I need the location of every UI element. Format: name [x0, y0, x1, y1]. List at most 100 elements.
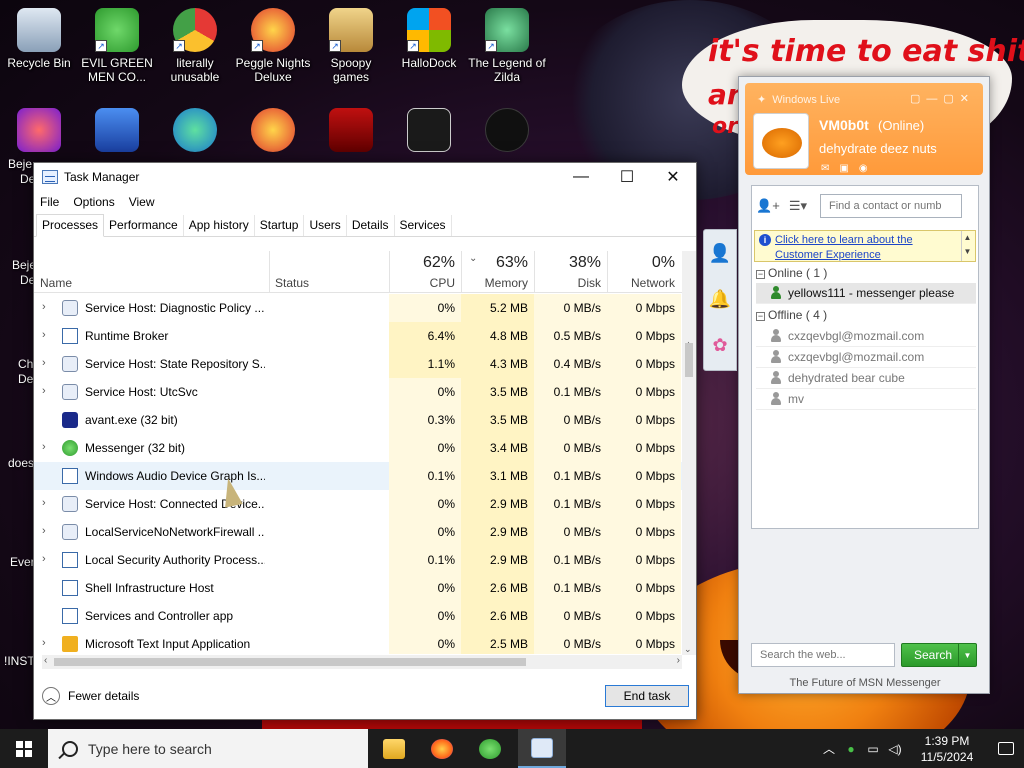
alerts-bell-icon[interactable]: 🔔 [704, 276, 736, 322]
column-status[interactable]: Status [269, 251, 389, 293]
desktop-icon-recycle-bin[interactable]: Recycle Bin [0, 8, 78, 70]
desktop-icon-yashma[interactable] [468, 108, 546, 156]
column-memory[interactable]: ⌄ 63% Memory [461, 251, 534, 293]
add-contact-icon[interactable]: 👤+ [756, 196, 780, 216]
tab-app-history[interactable]: App history [184, 215, 255, 236]
table-row[interactable]: Shell Infrastructure Host 0% 2.6 MB 0.1 MB/… [34, 574, 684, 602]
table-row[interactable]: › Service Host: Diagnostic Policy ... 0% 5.… [34, 294, 684, 322]
tab-performance[interactable]: Performance [104, 215, 184, 236]
maximize-button[interactable]: ☐ [604, 163, 650, 191]
online-group-header[interactable]: − Online ( 1 ) [756, 266, 827, 280]
menu-view[interactable]: View [129, 195, 155, 209]
clock[interactable]: 1:39 PM 11/5/2024 [906, 733, 988, 765]
expand-chevron-icon[interactable]: › [42, 497, 52, 509]
vertical-scrollbar[interactable]: ▲ ⌄ [682, 251, 696, 655]
end-task-button[interactable]: End task [605, 685, 689, 707]
tab-users[interactable]: Users [304, 215, 347, 236]
expand-chevron-icon[interactable]: › [42, 357, 52, 369]
customer-experience-link[interactable]: Click here to learn about the Customer E… [775, 233, 955, 263]
taskbar-firefox[interactable] [418, 729, 466, 768]
personal-message[interactable]: dehydrate deez nuts [819, 141, 937, 156]
minimize-button[interactable]: — [558, 163, 604, 191]
table-row[interactable]: Services and Controller app 0% 2.6 MB 0 MB/… [34, 602, 684, 630]
desktop-icon-flash[interactable] [312, 108, 390, 156]
tab-services[interactable]: Services [395, 215, 452, 236]
view-options-icon[interactable]: ☰▾ [786, 196, 810, 216]
tab-startup[interactable]: Startup [255, 215, 305, 236]
table-row[interactable]: › LocalServiceNoNetworkFirewall ... 0% 2.9 … [34, 518, 684, 546]
tab-processes[interactable]: Processes [36, 214, 105, 237]
table-row[interactable]: › Local Security Authority Process... 0.1%… [34, 546, 684, 574]
table-row[interactable]: avant.exe (32 bit) 0.3% 3.5 MB 0 MB/s 0 Mbps [34, 406, 684, 434]
desktop-icon-peggle-2[interactable] [234, 108, 312, 156]
network-icon[interactable]: ▭ [862, 742, 884, 756]
start-button[interactable] [0, 729, 48, 768]
search-button[interactable]: Search ▼ [901, 643, 977, 667]
tray-overflow-chevron-icon[interactable]: ︿ [818, 740, 840, 757]
close-button[interactable]: ✕ [650, 163, 696, 191]
offline-group-header[interactable]: − Offline ( 4 ) [756, 308, 827, 322]
expand-chevron-icon[interactable]: › [42, 553, 52, 565]
chevron-down-icon[interactable]: ▼ [958, 644, 976, 666]
table-row[interactable]: › Runtime Broker 6.4% 4.8 MB 0.5 MB/s 0 Mbps [34, 322, 684, 350]
desktop-icon-bejeweled[interactable] [0, 108, 78, 156]
contact-offline[interactable]: dehydrated bear cube [756, 368, 976, 389]
scroll-thumb[interactable] [685, 343, 693, 377]
expand-chevron-icon[interactable]: › [42, 637, 52, 649]
table-row[interactable]: › Service Host: Connected Device... 0% 2.9 … [34, 490, 684, 518]
contact-online[interactable]: yellows111 - messenger please [756, 283, 976, 304]
desktop-icon-hallodock[interactable]: ↗ HalloDock [390, 8, 468, 70]
fewer-details-button[interactable]: ︿ Fewer details [42, 687, 139, 705]
menu-options[interactable]: Options [73, 195, 114, 209]
desktop-icon-rdp[interactable] [390, 108, 468, 156]
table-row[interactable]: Windows Audio Device Graph Is... 0.1% 3.1 … [34, 462, 684, 490]
xbox-icon[interactable]: ◉ [859, 163, 868, 174]
desktop-icon-spoopy-games[interactable]: ↗ Spoopy games [312, 8, 390, 84]
column-disk[interactable]: 38% Disk [534, 251, 607, 293]
avatar[interactable] [753, 113, 809, 169]
column-cpu[interactable]: 62% CPU [389, 251, 461, 293]
banner-scroll[interactable]: ▲ ▼ [961, 231, 973, 261]
mail-icon[interactable]: ✉ [821, 163, 829, 174]
status-selector[interactable]: (Online) [878, 118, 924, 133]
table-row[interactable]: › Messenger (32 bit) 0% 3.4 MB 0 MB/s 0 Mbps [34, 434, 684, 462]
taskbar-search[interactable]: Type here to search [48, 729, 368, 768]
contact-offline[interactable]: cxzqevbgl@mozmail.com [756, 326, 976, 347]
table-row[interactable]: › Service Host: State Repository S... 1.1%… [34, 350, 684, 378]
expand-chevron-icon[interactable]: › [42, 525, 52, 537]
scroll-left-icon[interactable]: ‹ [44, 655, 47, 666]
scroll-down-icon[interactable]: ⌄ [684, 644, 692, 655]
web-search-input[interactable] [751, 643, 895, 667]
expand-chevron-icon[interactable]: › [42, 301, 52, 313]
expand-chevron-icon[interactable]: › [42, 385, 52, 397]
expand-chevron-icon[interactable]: › [42, 441, 52, 453]
expand-chevron-icon[interactable]: › [42, 329, 52, 341]
messenger-window-controls[interactable]: ▢—▢✕ [910, 92, 975, 105]
contacts-tab-icon[interactable]: 👤 [704, 230, 736, 276]
title-bar[interactable]: Task Manager — ☐ ✕ [34, 163, 696, 191]
desktop-icon-edge[interactable] [156, 108, 234, 156]
table-row[interactable]: › Service Host: UtcSvc 0% 3.5 MB 0.1 MB/s 0 M… [34, 378, 684, 406]
taskbar-task-manager[interactable] [518, 729, 566, 768]
column-name[interactable]: Name [34, 251, 269, 293]
menu-file[interactable]: File [40, 195, 59, 209]
desktop-icon-evil-green-men[interactable]: ↗ EVIL GREEN MEN CO... [78, 8, 156, 84]
column-network[interactable]: 0% Network [607, 251, 681, 293]
desktop-icon-mpl[interactable] [78, 108, 156, 156]
find-contact-input[interactable] [820, 194, 962, 218]
taskbar-messenger[interactable] [466, 729, 514, 768]
desktop-icon-peggle[interactable]: ↗ Peggle Nights Deluxe [234, 8, 312, 84]
volume-icon[interactable]: ◁) [884, 742, 906, 756]
notifications-button[interactable] [988, 742, 1024, 755]
desktop-icon-literally-unusable[interactable]: ↗ literally unusable [156, 8, 234, 84]
contact-offline[interactable]: mv [756, 389, 976, 410]
spaces-icon[interactable]: ▣ [839, 163, 848, 174]
contact-offline[interactable]: cxzqevbgl@mozmail.com [756, 347, 976, 368]
scroll-thumb[interactable] [54, 658, 526, 666]
desktop-icon-legend-of-zilda[interactable]: ↗ The Legend of Zilda [468, 8, 546, 84]
taskbar-file-explorer[interactable] [370, 729, 418, 768]
tab-details[interactable]: Details [347, 215, 395, 236]
scroll-right-icon[interactable]: › [677, 655, 680, 666]
table-row[interactable]: › Microsoft Text Input Application 0% 2.5 M… [34, 630, 684, 654]
horizontal-scrollbar[interactable]: ‹ › [42, 655, 682, 669]
